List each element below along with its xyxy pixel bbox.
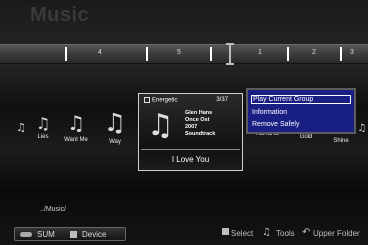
item-label: Shine xyxy=(333,138,349,144)
tools-icon: ♫ xyxy=(262,227,271,238)
checkbox[interactable] xyxy=(144,97,150,103)
sum-label[interactable]: SUM xyxy=(37,230,55,239)
tools-menu: Play Current Group Information Remove Sa… xyxy=(246,88,356,134)
group-cursor xyxy=(226,43,234,65)
group-tick xyxy=(65,47,67,61)
item-label: Way xyxy=(109,139,121,145)
music-note-icon: ♫ xyxy=(35,114,51,133)
list-item[interactable]: ♫ xyxy=(357,118,367,136)
track-info: Glen Hans Once Ost 2007 Soundtrack xyxy=(185,110,215,138)
track-artist: Glen Hans xyxy=(185,110,213,116)
item-label: Lies xyxy=(37,134,49,140)
select-square-icon xyxy=(222,228,229,235)
checkbox-label: Energetic xyxy=(152,97,178,104)
menu-item-play-current-group[interactable]: Play Current Group xyxy=(251,95,351,104)
music-note-icon: ♫ xyxy=(357,123,367,134)
group-label[interactable]: 3 xyxy=(350,49,354,56)
track-count: 3/37 xyxy=(216,97,228,103)
divider xyxy=(141,149,240,150)
music-note-icon: ♫ xyxy=(147,108,174,143)
music-note-icon: ♫ xyxy=(103,108,127,137)
selected-track-card[interactable]: Energetic 3/37 ♫ Glen Hans Once Ost 2007… xyxy=(138,93,243,171)
device-square-icon xyxy=(70,231,77,238)
list-item[interactable]: ♫ Want Me xyxy=(60,111,92,143)
remote-button-icon xyxy=(20,232,32,237)
track-genre: Soundtrack xyxy=(185,131,216,137)
list-item[interactable]: Gold xyxy=(292,134,320,140)
track-album: Once Ost xyxy=(185,117,210,123)
list-item[interactable]: ♫ xyxy=(14,118,28,136)
music-screen: Music 4 5 1 2 3 ♫ ♫ Lies ♫ Want Me ♫ Way… xyxy=(0,0,368,245)
footer-bar: SUM Device Select ♫ Tools ↶ Upper Folder xyxy=(0,224,368,245)
group-tick xyxy=(287,47,289,61)
page-title: Music xyxy=(30,4,90,26)
item-label: Gold xyxy=(299,134,313,140)
list-item[interactable]: ♫ Lies xyxy=(30,114,56,140)
group-tick xyxy=(146,47,148,61)
tools-hint: Tools xyxy=(276,229,295,238)
sum-device-panel: SUM Device xyxy=(14,227,126,241)
group-tick xyxy=(210,47,212,61)
music-note-icon: ♫ xyxy=(16,121,26,134)
select-hint: Select xyxy=(231,229,254,238)
item-label: Want Me xyxy=(64,137,88,143)
group-label[interactable]: 5 xyxy=(177,49,181,56)
folder-path: ../Music/ xyxy=(40,206,67,213)
group-tick xyxy=(340,47,342,61)
track-year: 2007 xyxy=(185,124,198,130)
group-label[interactable]: 1 xyxy=(258,49,262,56)
upper-folder-hint: Upper Folder xyxy=(313,229,360,238)
return-icon: ↶ xyxy=(302,227,311,238)
group-label[interactable]: 4 xyxy=(98,49,102,56)
menu-item-information[interactable]: Information xyxy=(252,109,287,116)
group-bar[interactable]: 4 5 1 2 3 xyxy=(0,43,368,65)
menu-item-remove-safely[interactable]: Remove Safely xyxy=(252,121,299,128)
device-label[interactable]: Device xyxy=(82,230,106,239)
track-title: I Love You xyxy=(171,155,210,164)
group-label[interactable]: 2 xyxy=(312,49,316,56)
music-note-icon: ♫ xyxy=(67,111,85,135)
list-item[interactable]: ♫ Way xyxy=(98,108,132,145)
